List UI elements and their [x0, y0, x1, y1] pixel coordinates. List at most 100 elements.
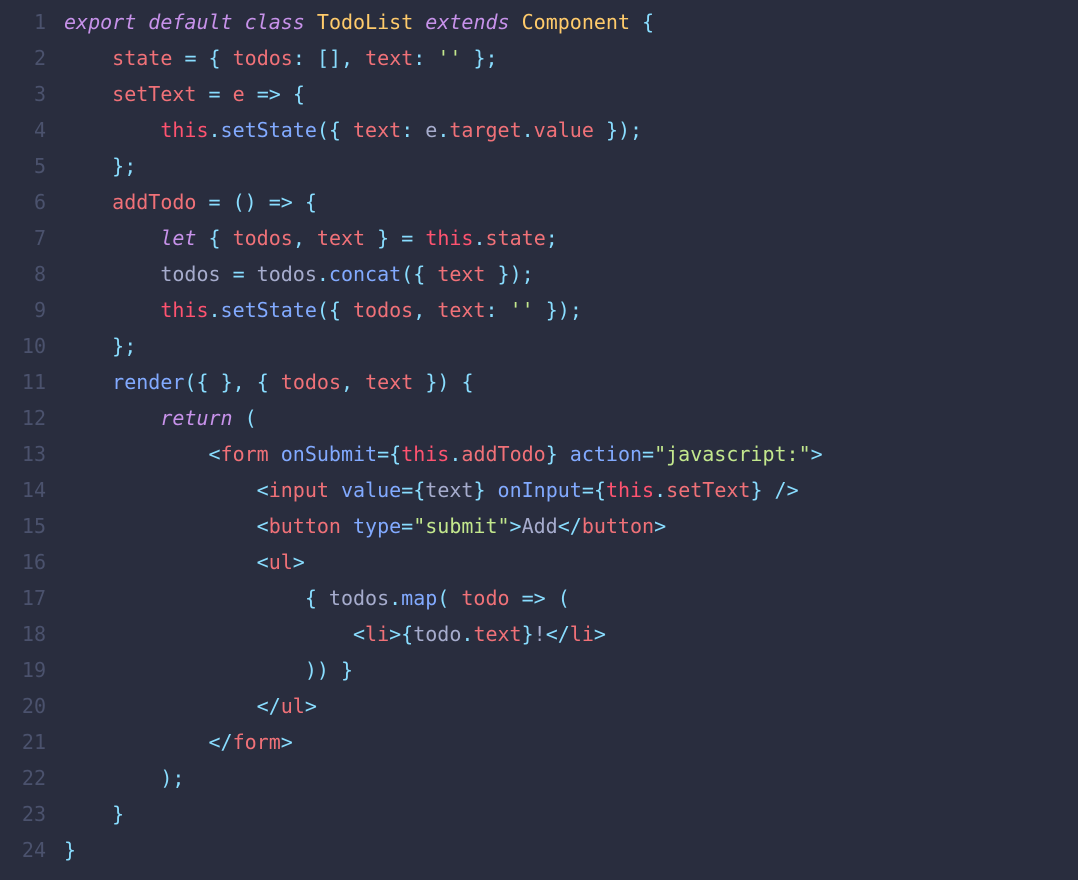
- token-plain: [498, 298, 510, 322]
- token-cls: Component: [522, 10, 630, 34]
- token-op: =: [209, 82, 221, 106]
- code-line[interactable]: };: [64, 148, 823, 184]
- token-plain: [486, 478, 498, 502]
- token-plain: !: [534, 622, 546, 646]
- token-str: '': [510, 298, 534, 322]
- token-op: {: [461, 370, 473, 394]
- code-line[interactable]: addTodo = () => {: [64, 184, 823, 220]
- code-line[interactable]: <form onSubmit={this.addTodo} action="ja…: [64, 436, 823, 472]
- code-line[interactable]: { todos.map( todo => (: [64, 580, 823, 616]
- token-plain: [353, 370, 365, 394]
- token-plain: [196, 82, 208, 106]
- token-fn: onInput: [498, 478, 582, 502]
- token-plain: [64, 406, 160, 430]
- token-op: (): [233, 190, 257, 214]
- token-op: });: [546, 298, 582, 322]
- token-op: {: [642, 10, 654, 34]
- code-line[interactable]: state = { todos: [], text: '' };: [64, 40, 823, 76]
- code-line[interactable]: export default class TodoList extends Co…: [64, 4, 823, 40]
- line-number: 6: [0, 184, 46, 220]
- code-line[interactable]: render({ }, { todos, text }) {: [64, 364, 823, 400]
- code-line[interactable]: )) }: [64, 652, 823, 688]
- token-op: ,: [341, 370, 353, 394]
- token-op: </: [546, 622, 570, 646]
- code-line[interactable]: let { todos, text } = this.state;: [64, 220, 823, 256]
- token-prop: todos: [233, 226, 293, 250]
- token-prop: text: [353, 118, 401, 142]
- line-number: 10: [0, 328, 46, 364]
- token-plain: [64, 154, 112, 178]
- token-str: "submit": [413, 514, 509, 538]
- token-op: .: [461, 622, 473, 646]
- code-line[interactable]: </ul>: [64, 688, 823, 724]
- token-plain: [233, 406, 245, 430]
- line-number: 4: [0, 112, 46, 148]
- code-line[interactable]: this.setState({ text: e.target.value });: [64, 112, 823, 148]
- token-op: =: [401, 514, 413, 538]
- code-line[interactable]: <button type="submit">Add</button>: [64, 508, 823, 544]
- token-plain: [64, 46, 112, 70]
- code-line[interactable]: return (: [64, 400, 823, 436]
- token-plain: [245, 370, 257, 394]
- token-plain: [221, 82, 233, 106]
- token-plain: [353, 46, 365, 70]
- code-area[interactable]: export default class TodoList extends Co…: [64, 4, 823, 868]
- token-plain: [630, 10, 642, 34]
- token-op: >: [594, 622, 606, 646]
- line-number: 13: [0, 436, 46, 472]
- code-line[interactable]: setText = e => {: [64, 76, 823, 112]
- token-plain: [534, 298, 546, 322]
- token-plain: [305, 46, 317, 70]
- token-this: this: [606, 478, 654, 502]
- code-line[interactable]: <ul>: [64, 544, 823, 580]
- code-line[interactable]: );: [64, 760, 823, 796]
- token-plain: [64, 226, 160, 250]
- token-op: =>: [522, 586, 546, 610]
- token-kw: default: [148, 10, 232, 34]
- code-line[interactable]: }: [64, 796, 823, 832]
- token-plain: [461, 46, 473, 70]
- token-fn: type: [353, 514, 401, 538]
- code-line[interactable]: todos = todos.concat({ text });: [64, 256, 823, 292]
- token-prop: text: [365, 46, 413, 70]
- code-line[interactable]: };: [64, 328, 823, 364]
- line-number: 21: [0, 724, 46, 760]
- token-kw: return: [160, 406, 232, 430]
- token-op: {: [305, 586, 317, 610]
- token-op: }: [750, 478, 762, 502]
- line-number: 18: [0, 616, 46, 652]
- line-number-gutter: 123456789101112131415161718192021222324: [0, 4, 64, 868]
- line-number: 3: [0, 76, 46, 112]
- token-fn: value: [341, 478, 401, 502]
- token-op: };: [112, 154, 136, 178]
- token-prop: text: [437, 262, 485, 286]
- token-op: </: [209, 730, 233, 754]
- token-plain: [64, 550, 257, 574]
- token-plain: [305, 10, 317, 34]
- line-number: 22: [0, 760, 46, 796]
- token-prop: button: [582, 514, 654, 538]
- token-op: >: [654, 514, 666, 538]
- code-line[interactable]: <li>{todo.text}!</li>: [64, 616, 823, 652]
- token-plain: [546, 586, 558, 610]
- token-this: this: [160, 298, 208, 322]
- token-op: }: [522, 622, 534, 646]
- code-line[interactable]: this.setState({ todos, text: '' });: [64, 292, 823, 328]
- code-line[interactable]: </form>: [64, 724, 823, 760]
- token-plain: [64, 514, 257, 538]
- token-op: .: [389, 586, 401, 610]
- token-op: ({: [317, 118, 341, 142]
- code-editor[interactable]: 123456789101112131415161718192021222324 …: [0, 0, 1078, 872]
- token-op: (: [245, 406, 257, 430]
- code-line[interactable]: }: [64, 832, 823, 868]
- token-op: =>: [257, 82, 281, 106]
- code-line[interactable]: <input value={text} onInput={this.setTex…: [64, 472, 823, 508]
- token-op: >: [281, 730, 293, 754]
- token-fn: setState: [221, 298, 317, 322]
- token-op: },: [221, 370, 245, 394]
- token-op: >: [293, 550, 305, 574]
- token-prop: text: [473, 622, 521, 646]
- token-plain: [196, 190, 208, 214]
- token-op: }: [64, 838, 76, 862]
- token-plain: [413, 10, 425, 34]
